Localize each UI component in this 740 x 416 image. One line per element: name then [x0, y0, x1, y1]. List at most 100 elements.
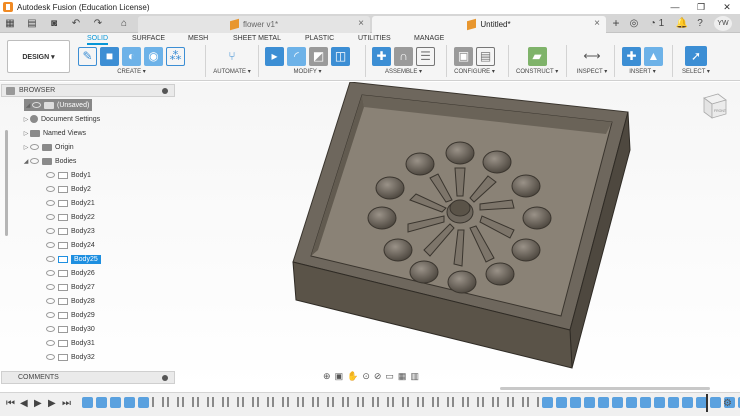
insert-image-icon[interactable]: ▲ — [644, 46, 663, 66]
timeline-feature-icon[interactable] — [482, 397, 494, 407]
timeline-feature-icon[interactable] — [242, 397, 254, 407]
panel-options-icon[interactable] — [162, 88, 168, 94]
measure-icon[interactable]: ⟷ — [583, 47, 602, 66]
browser-scrollbar[interactable] — [5, 130, 8, 236]
bill-of-materials-icon[interactable]: ☰ — [416, 46, 435, 66]
configuration-table-icon[interactable]: ▤ — [476, 46, 495, 66]
visibility-eye-icon[interactable] — [46, 200, 55, 206]
notifications-icon[interactable]: 🔔 — [674, 16, 690, 31]
tab-manage[interactable]: MANAGE — [414, 35, 444, 42]
construct-menu[interactable]: CONSTRUCT ▾ — [516, 68, 558, 75]
timeline-feature-icon[interactable] — [497, 397, 509, 407]
timeline-feature-icon[interactable] — [347, 397, 359, 407]
press-pull-icon[interactable]: ▸ — [265, 46, 284, 66]
file-menu-icon[interactable]: ▤ — [24, 16, 40, 31]
timeline-feature-icon[interactable] — [138, 397, 149, 408]
expand-arrow-icon[interactable]: ▷ — [22, 116, 30, 123]
collapse-arrow-icon[interactable]: ◢ — [22, 158, 30, 165]
combine-icon[interactable]: ◫ — [331, 46, 350, 66]
tab-utilities[interactable]: UTILITIES — [358, 35, 391, 42]
tab-mesh[interactable]: MESH — [188, 35, 208, 42]
timeline-feature-icon[interactable] — [392, 397, 404, 407]
step-back-icon[interactable]: ◀ — [20, 398, 28, 409]
tab-solid[interactable]: SOLID — [87, 35, 109, 45]
offset-plane-icon[interactable]: ▰ — [527, 46, 547, 66]
timeline-feature-icon[interactable] — [257, 397, 269, 407]
orbit-icon[interactable]: ⊕ — [323, 371, 331, 382]
visibility-eye-icon[interactable] — [46, 214, 55, 220]
visibility-eye-icon[interactable] — [46, 340, 55, 346]
timeline-feature-icon[interactable] — [556, 397, 567, 408]
fit-icon[interactable]: ⊘ — [374, 371, 382, 382]
automate-icon[interactable]: ⑂ — [223, 47, 242, 66]
collapse-panel-icon[interactable] — [6, 86, 15, 95]
new-tab-icon[interactable]: + — [608, 16, 624, 31]
visibility-eye-icon[interactable] — [46, 172, 55, 178]
tree-item-body[interactable]: Body23 — [46, 225, 95, 237]
timeline-feature-icon[interactable] — [332, 397, 344, 407]
tree-item-body[interactable]: Body26 — [46, 267, 95, 279]
close-tab-icon[interactable]: × — [358, 18, 364, 29]
panel-options-icon[interactable] — [162, 375, 168, 381]
modify-menu[interactable]: MODIFY ▾ — [265, 68, 350, 75]
timeline-feature-icon[interactable] — [437, 397, 449, 407]
look-at-icon[interactable]: ▣ — [335, 371, 344, 382]
timeline-feature-icon[interactable] — [377, 397, 389, 407]
inspect-menu[interactable]: INSPECT ▾ — [574, 68, 610, 75]
new-component-icon[interactable]: ✚ — [372, 46, 391, 66]
timeline-feature-icon[interactable] — [167, 397, 179, 407]
tree-item-origin[interactable]: ▷ Origin — [22, 141, 74, 153]
help-icon[interactable]: ? — [692, 16, 708, 31]
visibility-eye-icon[interactable] — [46, 326, 55, 332]
configure-menu[interactable]: CONFIGURE ▾ — [454, 68, 495, 75]
visibility-eye-icon[interactable] — [46, 312, 55, 318]
insert-derive-icon[interactable]: ✚ — [622, 46, 641, 66]
configure-icon[interactable]: ▣ — [454, 46, 473, 66]
joint-icon[interactable]: ∩ — [394, 46, 413, 66]
expand-arrow-icon[interactable]: ▷ — [22, 130, 30, 137]
select-cursor-icon[interactable]: ➚ — [685, 46, 707, 66]
timeline-feature-icon[interactable] — [182, 397, 194, 407]
app-grid-icon[interactable]: ▦ — [2, 16, 18, 31]
timeline-feature-icon[interactable] — [570, 397, 581, 408]
timeline-feature-icon[interactable] — [542, 397, 553, 408]
timeline-feature-icon[interactable] — [362, 397, 374, 407]
viewcube[interactable]: FRONT — [700, 90, 728, 120]
timeline-feature-icon[interactable] — [272, 397, 284, 407]
tree-item-body[interactable]: Body1 — [46, 169, 91, 181]
hole-icon[interactable]: ◉ — [144, 46, 163, 66]
save-icon[interactable]: ◙ — [46, 16, 62, 31]
tree-item-body[interactable]: Body2 — [46, 183, 91, 195]
visibility-eye-icon[interactable] — [46, 354, 55, 360]
tree-item-body[interactable]: Body27 — [46, 281, 95, 293]
timeline-feature-icon[interactable] — [82, 397, 93, 408]
timeline-settings-icon[interactable]: ⚙ — [723, 398, 732, 409]
revolve-icon[interactable]: ◐ — [122, 46, 141, 66]
timeline-feature-icon[interactable] — [317, 397, 329, 407]
collapse-arrow-icon[interactable]: ◢ — [24, 102, 32, 109]
timeline-feature-icon[interactable] — [197, 397, 209, 407]
timeline-feature-icon[interactable] — [612, 397, 623, 408]
visibility-eye-icon[interactable] — [30, 158, 39, 164]
tab-untitled[interactable]: Untitled* × — [372, 16, 606, 33]
timeline-feature-icon[interactable] — [422, 397, 434, 407]
visibility-eye-icon[interactable] — [30, 144, 39, 150]
zoom-icon[interactable]: ⊙ — [362, 371, 370, 382]
tree-item-body[interactable]: Body30 — [46, 323, 95, 335]
insert-menu[interactable]: INSERT ▾ — [622, 68, 663, 75]
timeline-feature-icon[interactable] — [710, 397, 721, 408]
tree-item-bodies[interactable]: ◢ Bodies — [22, 155, 76, 167]
maximize-button[interactable]: ❐ — [688, 0, 714, 14]
extrude-icon[interactable]: ■ — [100, 46, 119, 66]
create-sketch-icon[interactable]: ✎ — [78, 46, 97, 66]
tree-item-body[interactable]: Body22 — [46, 211, 95, 223]
timeline-feature-icon[interactable] — [407, 397, 419, 407]
expand-arrow-icon[interactable]: ▷ — [22, 144, 30, 151]
comments-panel-header[interactable]: COMMENTS — [1, 371, 175, 384]
timeline-feature-icon[interactable] — [287, 397, 299, 407]
workspace-switcher[interactable]: DESIGN ▾ — [7, 40, 70, 73]
visibility-eye-icon[interactable] — [46, 242, 55, 248]
go-to-start-icon[interactable]: ⏮ — [6, 398, 15, 409]
tab-sheet-metal[interactable]: SHEET METAL — [233, 35, 281, 42]
tree-item-body[interactable]: Body28 — [46, 295, 95, 307]
